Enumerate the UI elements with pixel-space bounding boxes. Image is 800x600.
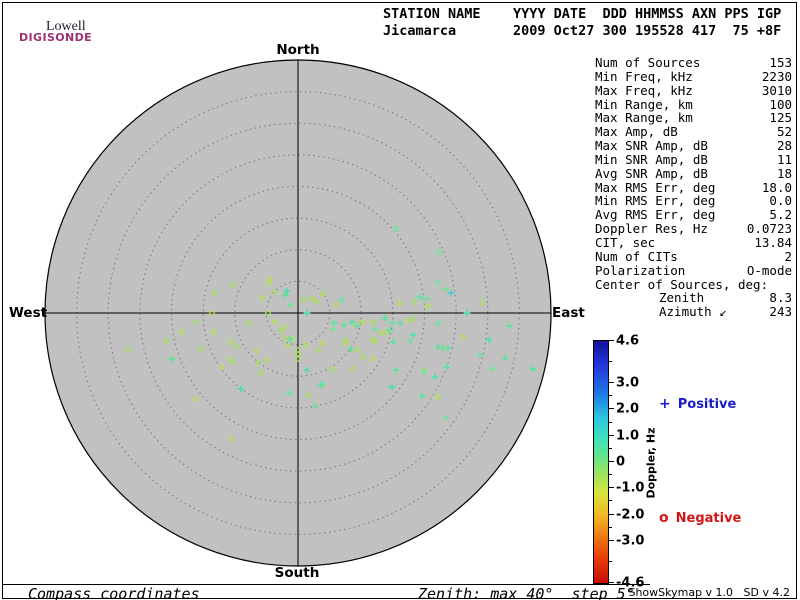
stat-label: Zenith — [659, 290, 705, 306]
stat-value: 100 — [769, 96, 792, 112]
stat-row: Max RMS Err, deg 18.0 — [595, 179, 792, 195]
legend-positive: + Positive — [659, 396, 736, 412]
stat-row: Zenith 8.3 — [595, 291, 792, 305]
stat-value: 2230 — [761, 68, 792, 84]
colorbar-minor-tick — [608, 560, 612, 562]
stat-value: 243 — [769, 304, 792, 320]
colorbar-tick — [608, 340, 614, 341]
legend-negative-label: Negative — [675, 510, 742, 526]
stat-row: Max Range, km 125 — [595, 111, 792, 125]
stat-value: 3010 — [761, 82, 792, 98]
stat-row: CIT, sec 13.84 — [595, 236, 792, 250]
stat-row: Avg SNR Amp, dB 18 — [595, 165, 792, 181]
colorbar-tick-label: 4.6 — [616, 333, 640, 349]
colorbar-tick — [608, 487, 614, 489]
legend-positive-label: Positive — [677, 396, 737, 412]
stat-row: Azimuth ↙ 243 — [595, 305, 792, 319]
stat-row: Avg RMS Err, deg 5.2 — [595, 208, 792, 222]
circle-marker-icon: o — [659, 510, 669, 526]
stat-label: Max RMS Err, deg — [595, 179, 716, 195]
stat-row: Max Amp, dB 52 — [595, 125, 792, 139]
stat-row: Doppler Res, Hz 0.0723 — [595, 222, 792, 236]
stat-label: Azimuth ↙ — [659, 304, 727, 320]
stat-row: Min SNR Amp, dB 11 — [595, 153, 792, 167]
plus-marker-icon: + — [659, 396, 671, 412]
stat-value: 0.0723 — [746, 221, 792, 237]
colorbar-tick-label: 3.0 — [616, 375, 640, 391]
stat-value: 0.0 — [769, 193, 792, 209]
compass-label-east: East — [552, 305, 585, 321]
stat-row: Num of CITs 2 — [595, 248, 792, 264]
stat-label: Num of CITs — [595, 248, 678, 264]
stat-label: Min Freq, kHz — [595, 68, 693, 84]
stat-value: 28 — [776, 138, 792, 154]
colorbar-tick — [608, 382, 614, 384]
colorbar-tick-label: 0 — [616, 454, 626, 470]
coordinate-system-label: Compass coordinates — [28, 585, 200, 600]
stat-label: Min SNR Amp, dB — [595, 151, 708, 167]
stat-value: O-mode — [746, 262, 792, 278]
stat-row: Num of Sources 153 — [595, 56, 792, 70]
stat-label: Num of Sources — [595, 55, 701, 70]
stat-label: Min Range, km — [595, 96, 693, 112]
stat-value: 8.3 — [769, 290, 792, 306]
stat-row: Polarization O-mode — [595, 262, 792, 278]
colorbar-minor-tick — [608, 447, 612, 449]
colorbar-axis-label: Doppler, Hz — [644, 427, 658, 499]
stat-label: Max Amp, dB — [595, 124, 678, 140]
stat-value: 13.84 — [754, 234, 792, 250]
colorbar-tick — [608, 539, 614, 541]
stat-label: Center of Sources, deg: — [595, 276, 769, 292]
stat-row: Min RMS Err, deg 0.0 — [595, 194, 792, 208]
colorbar-gradient — [593, 340, 609, 584]
colorbar-tick-label: -2.0 — [616, 507, 645, 523]
colorbar-tick-label: -1.0 — [616, 480, 645, 496]
stat-value: 11 — [776, 151, 792, 167]
stat-label: Avg SNR Amp, dB — [595, 165, 708, 181]
zenith-range-note: Zenith: max 40° step 5° — [418, 585, 635, 600]
colorbar-minor-tick — [608, 395, 612, 397]
colorbar-tick-label: -3.0 — [616, 533, 645, 549]
colorbar-tick — [608, 582, 614, 583]
colorbar-minor-tick — [608, 526, 612, 528]
compass-label-south: South — [274, 565, 320, 581]
stat-label: Avg RMS Err, deg — [595, 207, 716, 223]
showskymap-window: Lowell DIGISONDE STATION NAME YYYY DATE … — [0, 0, 800, 600]
stat-value: 52 — [776, 124, 792, 140]
colorbar-minor-tick — [608, 361, 612, 363]
colorbar-tick-label: 1.0 — [616, 428, 640, 444]
stats-panel: Num of Sources 153 Min Freq, kHz 2230 Max Fr… — [595, 56, 792, 319]
colorbar-minor-tick — [608, 474, 612, 476]
stat-label: CIT, sec — [595, 234, 656, 250]
stat-row: Min Freq, kHz 2230 — [595, 68, 792, 84]
stat-label: Min RMS Err, deg — [595, 193, 716, 209]
stat-row: Center of Sources, deg: — [595, 276, 792, 292]
stat-label: Polarization — [595, 262, 686, 278]
stat-label: Max Freq, kHz — [595, 82, 693, 98]
colorbar-tick-label: 2.0 — [616, 401, 640, 417]
stat-row: Max SNR Amp, dB 28 — [595, 139, 792, 153]
colorbar-tick — [608, 408, 614, 410]
stat-value: 2 — [784, 248, 792, 264]
compass-label-west: West — [9, 305, 48, 321]
stat-label: Doppler Res, Hz — [595, 221, 708, 237]
stat-label: Max SNR Amp, dB — [595, 138, 708, 154]
version-label: ShowSkymap v 1.0 SD v 4.2 — [628, 586, 790, 599]
stat-value: 5.2 — [769, 207, 792, 223]
stat-value: 125 — [769, 110, 792, 126]
stat-value: 18.0 — [761, 179, 792, 195]
stat-value: 153 — [769, 55, 792, 70]
legend-negative: o Negative — [659, 510, 741, 526]
colorbar-minor-tick — [608, 500, 612, 502]
colorbar-tick — [608, 513, 614, 515]
stat-row: Min Range, km 100 — [595, 96, 792, 112]
colorbar-tick — [608, 461, 614, 462]
stat-label: Max Range, km — [595, 110, 693, 126]
compass-label-north: North — [276, 42, 320, 58]
colorbar-tick — [608, 434, 614, 436]
stat-row: Max Freq, kHz 3010 — [595, 82, 792, 98]
colorbar-minor-tick — [608, 421, 612, 423]
stat-value: 18 — [776, 165, 792, 181]
